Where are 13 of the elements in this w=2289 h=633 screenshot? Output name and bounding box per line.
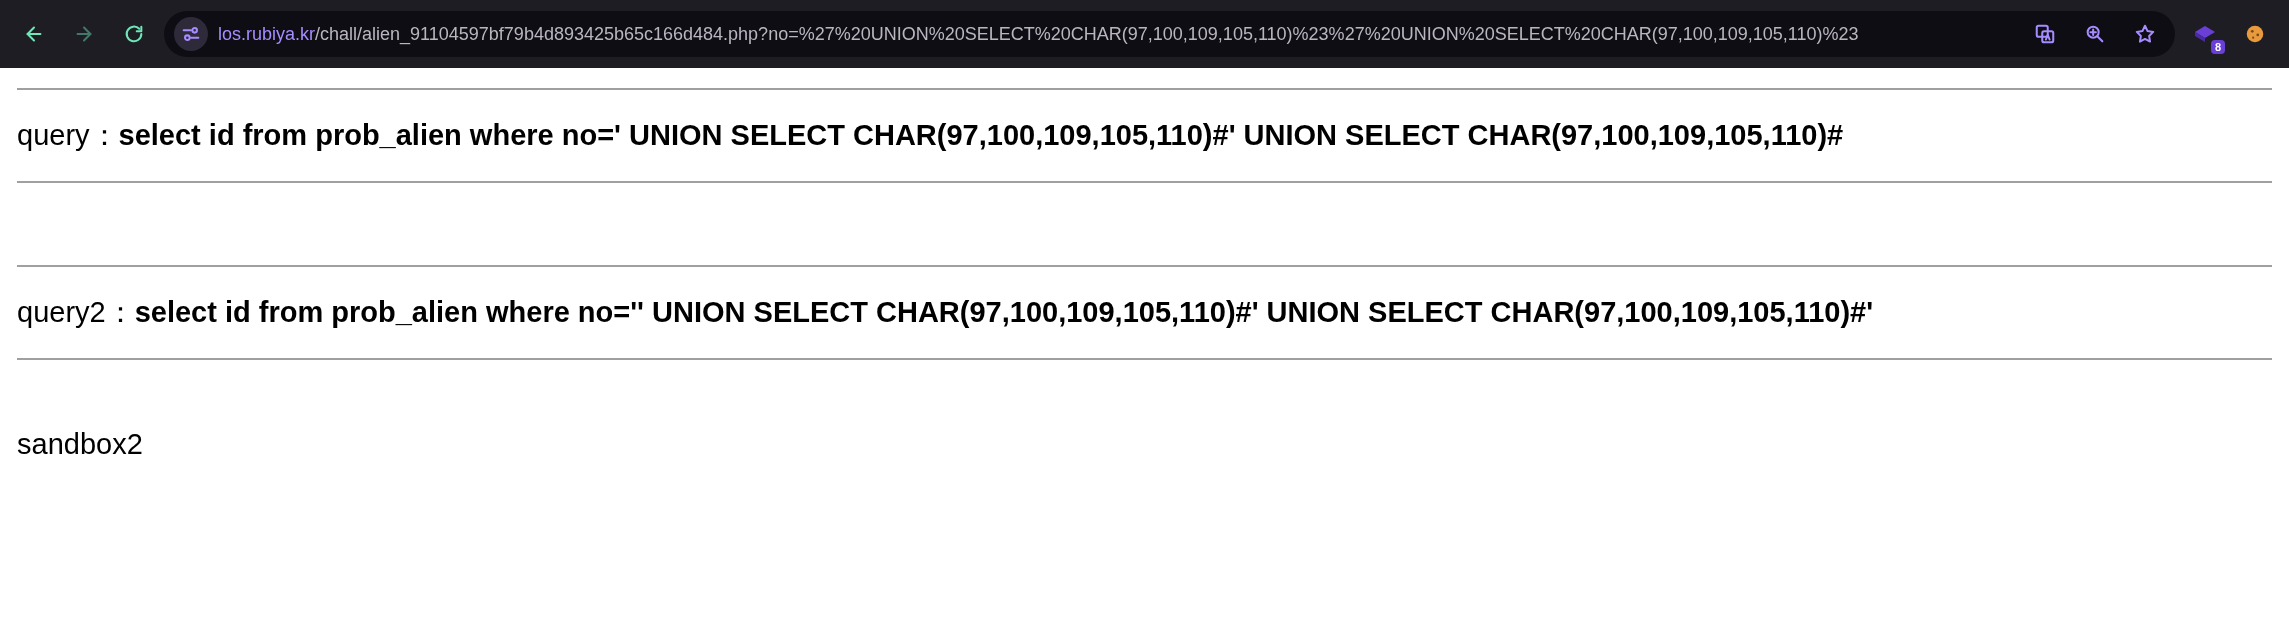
extension-badge: 8 xyxy=(2210,40,2225,54)
cookie-icon xyxy=(2244,23,2266,45)
site-settings-button[interactable] xyxy=(174,17,208,51)
address-bar[interactable]: los.rubiya.kr/chall/alien_91104597bf79b4d893425b65c166d484.php?no=%27%20UNION%20SELECT%20CHAR(97,100,109,105,110)%23%27%20UNION%20SELECT%20CHAR(97,100,109,105,110)%23 xyxy=(164,11,2175,57)
url-text: los.rubiya.kr/chall/alien_91104597bf79b4d893425b65c166d484.php?no=%27%20UNION%20SELECT%20CHAR(97,100,109,105,110)%23%27%20UNION%20SELECT%20CHAR(97,100,109,105,110)%23 xyxy=(218,23,1860,45)
zoom-icon xyxy=(2084,23,2106,45)
result-text: sandbox2 xyxy=(17,428,144,461)
query-text: query2：select id from prob_alien where no='' UNION SELECT CHAR(97,100,109,105,110)#' UNION SELECT CHAR(97,100,109,105,110)#' xyxy=(17,295,1875,330)
star-icon xyxy=(2134,23,2156,45)
query-text: query：select id from prob_alien where no=' UNION SELECT CHAR(97,100,109,105,110)#' UNION SELECT CHAR(97,100,109,105,110)# xyxy=(17,118,1845,153)
extension-button[interactable]: 8 xyxy=(2185,14,2225,54)
reload-icon xyxy=(123,23,145,45)
translate-icon xyxy=(2034,23,2056,45)
